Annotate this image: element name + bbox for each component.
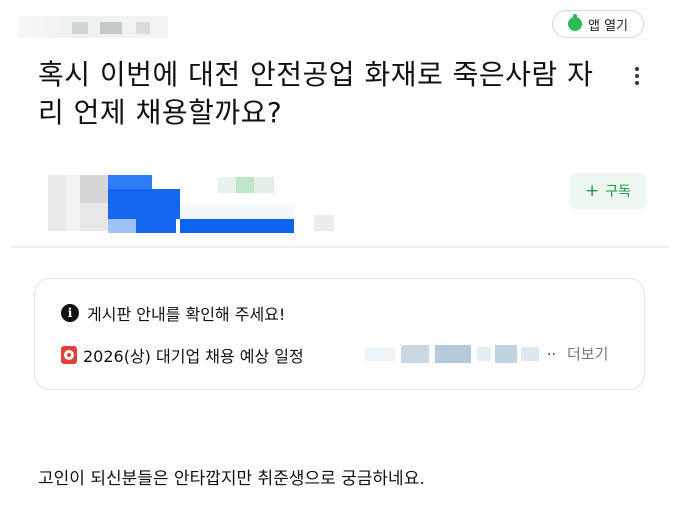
see-more-link[interactable]: 더보기 [567, 343, 608, 364]
more-options-icon[interactable] [632, 64, 642, 88]
post-body: 고인이 되신분들은 안타깝지만 취준생으로 궁금하네요. [38, 469, 425, 489]
open-app-label: 앱 열기 [587, 18, 628, 34]
author-info-redacted [48, 175, 348, 233]
divider [10, 246, 670, 248]
board-notice-card[interactable]: i 게시판 안내를 확인해 주세요! 2026(상) 대기업 채용 예상 일정 … [34, 278, 645, 390]
notice-guide-text: 게시판 안내를 확인해 주세요! [87, 305, 286, 324]
notice-row-guide[interactable]: i 게시판 안내를 확인해 주세요! [61, 301, 285, 325]
subscribe-button[interactable]: + 구독 [570, 173, 646, 209]
blurred-header-text [18, 16, 168, 38]
subscribe-label: 구독 [605, 184, 631, 200]
calendar-icon [61, 346, 77, 364]
post-title: 혹시 이번에 대전 안전공업 화재로 죽은사람 자리 언제 채용할까요? [38, 58, 594, 129]
open-app-button[interactable]: 앱 열기 [552, 10, 644, 38]
plus-icon: + [584, 181, 600, 201]
app-logo-icon [567, 14, 582, 31]
info-icon: i [61, 304, 79, 322]
notice-ellipsis: .. [547, 343, 556, 359]
notice-row-schedule[interactable]: 2026(상) 대기업 채용 예상 일정 [61, 343, 304, 367]
redacted-notice-text [365, 345, 541, 363]
notice-schedule-text: 2026(상) 대기업 채용 예상 일정 [83, 347, 304, 366]
